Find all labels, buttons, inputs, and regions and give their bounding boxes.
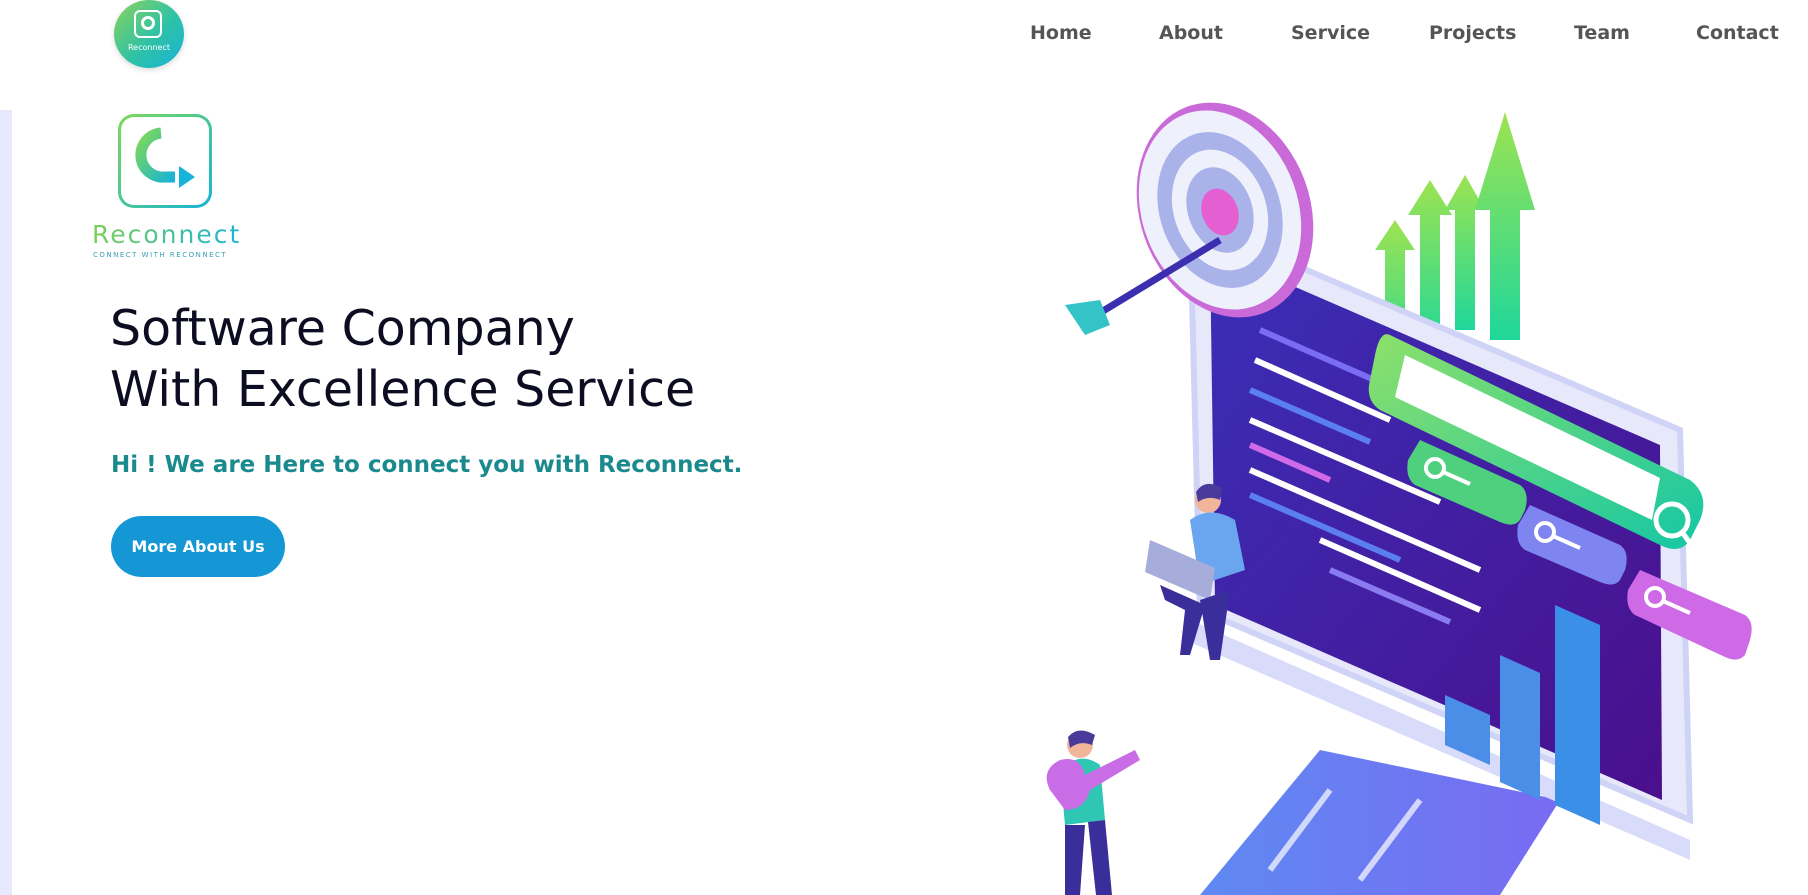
side-strip bbox=[0, 110, 12, 895]
page: Reconnect Home About Service Projects Te… bbox=[0, 0, 1808, 895]
nav-item-team[interactable]: Team bbox=[1574, 22, 1630, 44]
nav-item-projects[interactable]: Projects bbox=[1429, 22, 1516, 44]
brand-logo: Reconnect CONNECT WITH RECONNECT bbox=[88, 112, 248, 259]
brand-name: Reconnect bbox=[92, 220, 242, 249]
nav-item-home[interactable]: Home bbox=[1030, 22, 1092, 44]
hero-title-line1: Software Company bbox=[110, 300, 575, 357]
hero-title-line2: With Excellence Service bbox=[110, 361, 696, 418]
logo-ring-icon bbox=[141, 16, 155, 30]
nav-logo[interactable]: Reconnect bbox=[114, 0, 184, 68]
person-with-key-icon bbox=[1046, 730, 1140, 895]
hero-illustration bbox=[1046, 102, 1752, 895]
nav-item-about[interactable]: About bbox=[1159, 22, 1223, 44]
main-nav: Home About Service Projects Team Contact bbox=[1000, 22, 1780, 50]
hero-subtitle: Hi ! We are Here to connect you with Rec… bbox=[111, 452, 743, 478]
brand-logo-frame bbox=[118, 114, 212, 208]
brand-tagline: CONNECT WITH RECONNECT bbox=[93, 251, 228, 259]
more-about-us-button[interactable]: More About Us bbox=[111, 516, 285, 577]
nav-item-contact[interactable]: Contact bbox=[1696, 22, 1779, 44]
reconnect-arrow-icon bbox=[135, 127, 195, 188]
site-header: Reconnect Home About Service Projects Te… bbox=[0, 0, 1808, 70]
nav-item-service[interactable]: Service bbox=[1291, 22, 1370, 44]
hero-title: Software Company With Excellence Service bbox=[110, 298, 830, 420]
nav-logo-text: Reconnect bbox=[127, 43, 170, 52]
